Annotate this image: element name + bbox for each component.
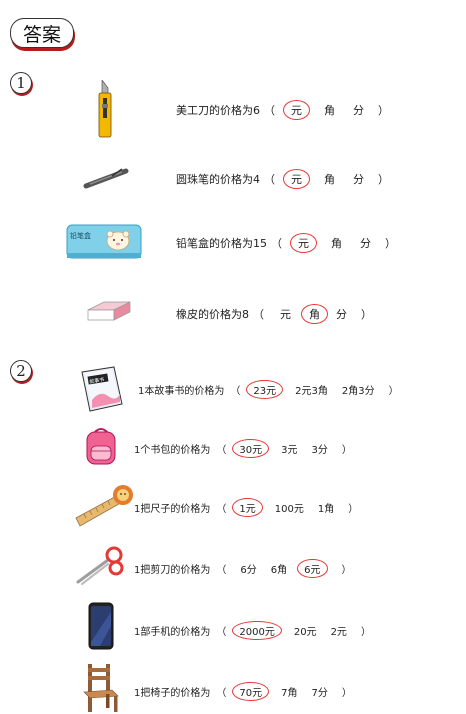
mobile-phone-image: [88, 602, 114, 650]
scissors-image: [76, 546, 126, 586]
question-1-4: 橡皮的价格为8 （ 元 角 分 ）: [176, 304, 372, 324]
answer-option: 分: [353, 104, 364, 117]
paren-close: ）: [388, 386, 399, 397]
paren-close: ）: [341, 688, 352, 699]
storybook-image: 故事书: [80, 366, 124, 412]
paren-open: （: [216, 627, 227, 638]
paren-close: ）: [341, 445, 352, 456]
paren-open: （: [216, 565, 227, 576]
answer-option: 2角3分: [341, 386, 375, 397]
question-text: 1本故事书的价格为: [138, 386, 225, 397]
answer-option-selected: 70元: [232, 682, 270, 701]
paren-close: ）: [378, 104, 389, 117]
paren-close: ）: [361, 308, 372, 321]
answer-option: 分: [353, 173, 364, 186]
answer-option: 角: [324, 104, 335, 117]
answer-option-selected: 元: [283, 169, 310, 189]
question-2-2: 1个书包的价格为 （ 30元 3元 3分 ）: [134, 439, 352, 458]
pencil-box-label: 铅笔盒: [70, 231, 91, 240]
answer-option-selected: 30元: [232, 439, 270, 458]
paren-close: ）: [360, 627, 371, 638]
question-text: 铅笔盒的价格为15: [176, 237, 267, 250]
answer-option: 2元: [330, 627, 347, 638]
answer-option: 3元: [281, 445, 298, 456]
answer-title: 答案: [10, 18, 74, 48]
paren-open: （: [253, 308, 264, 321]
paren-close: ）: [385, 237, 396, 250]
section-1-number: 1: [10, 72, 32, 94]
answer-option: 3分: [311, 445, 328, 456]
question-2-4: 1把剪刀的价格为 （ 6分 6角 6元 ）: [134, 559, 352, 578]
pencil-box-image: 铅笔盒: [66, 224, 142, 260]
question-text: 橡皮的价格为8: [176, 308, 249, 321]
answer-option: 元: [280, 308, 291, 321]
answer-option-selected: 2000元: [232, 621, 282, 640]
answer-option: 角: [331, 237, 342, 250]
answer-option: 角: [324, 173, 335, 186]
paren-close: ）: [348, 504, 359, 515]
paren-open: （: [216, 504, 227, 515]
question-2-5: 1部手机的价格为 （ 2000元 20元 2元 ）: [134, 621, 371, 640]
question-1-2: 圆珠笔的价格为4 （ 元 角 分 ）: [176, 169, 389, 189]
question-1-1: 美工刀的价格为6 （ 元 角 分 ）: [176, 100, 389, 120]
paren-close: ）: [378, 173, 389, 186]
section-2-number: 2: [10, 360, 32, 382]
answer-option-selected: 元: [283, 100, 310, 120]
question-1-3: 铅笔盒的价格为15 （ 元 角 分 ）: [176, 233, 396, 253]
utility-knife-image: [96, 80, 114, 138]
question-text: 1把椅子的价格为: [134, 688, 211, 699]
answer-option: 分: [360, 237, 371, 250]
answer-option-selected: 6元: [297, 559, 328, 578]
paren-open: （: [216, 445, 227, 456]
answer-option-selected: 1元: [232, 498, 263, 517]
answer-option-selected: 23元: [246, 380, 284, 399]
answer-option: 6角: [270, 565, 288, 576]
answer-option: 6分: [240, 565, 257, 576]
answer-option: 100元: [274, 504, 304, 515]
question-2-1: 1本故事书的价格为 （ 23元 2元3角 2角3分 ）: [138, 380, 399, 399]
answer-option: 7分: [311, 688, 328, 699]
paren-open: （: [230, 386, 241, 397]
answer-option: 7角: [281, 688, 298, 699]
question-text: 美工刀的价格为6: [176, 104, 260, 117]
question-text: 1把尺子的价格为: [134, 504, 211, 515]
backpack-image: [82, 426, 120, 466]
answer-option-selected: 元: [290, 233, 317, 253]
question-2-3: 1把尺子的价格为 （ 1元 100元 1角 ）: [134, 498, 358, 517]
question-text: 1把剪刀的价格为: [134, 565, 211, 576]
question-text: 圆珠笔的价格为4: [176, 173, 260, 186]
eraser-image: [86, 296, 132, 322]
answer-option: 分: [336, 308, 347, 321]
paren-open: （: [264, 104, 275, 117]
paren-close: ）: [341, 565, 352, 576]
answer-option: 20元: [293, 627, 317, 638]
question-text: 1部手机的价格为: [134, 627, 211, 638]
answer-option: 2元3角: [295, 386, 328, 397]
paren-open: （: [216, 688, 227, 699]
paren-open: （: [264, 173, 275, 186]
question-text: 1个书包的价格为: [134, 445, 211, 456]
answer-option-selected: 角: [301, 304, 328, 324]
chair-image: [80, 662, 122, 714]
ruler-image: [74, 484, 136, 528]
question-2-6: 1把椅子的价格为 （ 70元 7角 7分 ）: [134, 682, 352, 701]
answer-option: 1角: [317, 504, 335, 515]
ballpoint-pen-image: [82, 166, 130, 190]
paren-open: （: [271, 237, 282, 250]
